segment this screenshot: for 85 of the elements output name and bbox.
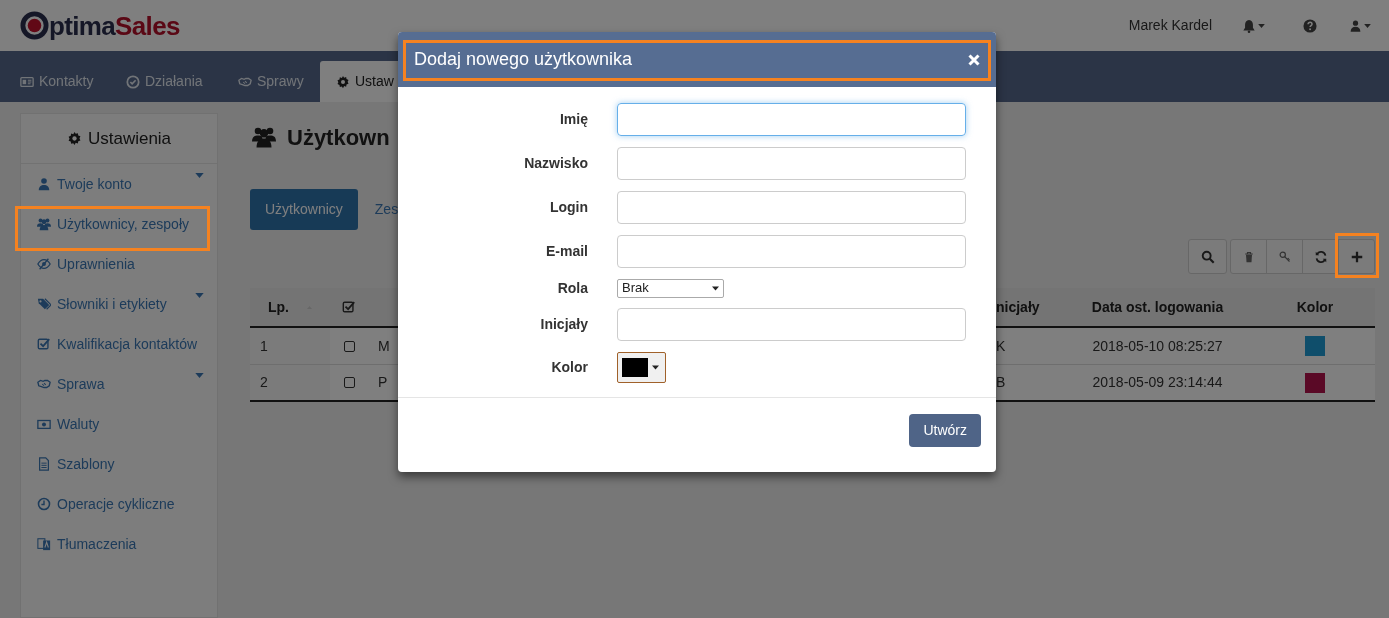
delete-button[interactable] (1230, 239, 1267, 274)
nav-tab[interactable]: Sprawy (222, 61, 320, 102)
help-button[interactable] (1303, 18, 1317, 33)
tags-icon (37, 297, 51, 311)
page-tab[interactable]: Zes (359, 189, 414, 230)
row-checkbox[interactable] (343, 340, 355, 352)
color-picker[interactable] (617, 352, 666, 383)
logo-icon (20, 11, 49, 40)
trash-icon (1242, 250, 1255, 263)
close-button[interactable] (968, 53, 980, 66)
table-cell: 2018-05-10 08:25:27 (1092, 337, 1223, 354)
key-icon (1278, 250, 1291, 263)
nav-tab[interactable]: Kontakty (4, 61, 110, 102)
page-title: Użytkown (287, 123, 390, 152)
checkbox-checked-icon (342, 300, 356, 314)
caret-icon (712, 285, 719, 291)
close-icon (968, 53, 980, 66)
bell-icon (1242, 18, 1256, 33)
caret-icon (1364, 23, 1371, 28)
field-label: Inicjały (540, 316, 588, 332)
input-field[interactable] (617, 103, 966, 136)
column-header[interactable]: Data ost. logowania (1091, 298, 1224, 315)
eye-slash-icon (37, 257, 51, 271)
table-cell: K (996, 337, 1006, 354)
plus-icon (1349, 249, 1364, 264)
field-label: E-mail (546, 243, 588, 259)
user-icon (37, 177, 51, 191)
field-label: Nazwisko (524, 155, 588, 171)
user-menu-button[interactable] (1349, 18, 1371, 33)
id-card-icon (20, 74, 34, 89)
gear-icon (336, 74, 350, 89)
column-header[interactable]: Lp. (268, 296, 289, 318)
input-field[interactable] (617, 235, 966, 268)
page-tab[interactable]: Użytkownicy (250, 189, 358, 230)
role-dropdown[interactable]: Brak (617, 278, 724, 298)
banknote-icon (37, 417, 51, 431)
sidebar-item[interactable]: Słowniki i etykiety (21, 284, 217, 324)
users-icon (37, 217, 51, 231)
document-icon (37, 457, 51, 471)
add-button[interactable] (1338, 239, 1375, 274)
user-icon (1349, 18, 1362, 33)
users-icon (250, 125, 278, 149)
sidebar-item[interactable]: Sprawa (21, 364, 217, 404)
nav-tab[interactable]: Działania (110, 61, 222, 102)
field-label: Kolor (551, 359, 588, 375)
field-label: Imię (560, 111, 588, 127)
input-field[interactable] (617, 147, 966, 180)
sidebar-item[interactable]: Szablony (21, 444, 217, 484)
sidebar-item[interactable]: Uprawnienia (21, 244, 217, 284)
table-cell: P (378, 374, 388, 390)
sidebar-item[interactable]: Tłumaczenia (21, 524, 217, 564)
logo-text: ptimaSales (49, 12, 180, 39)
input-field[interactable] (617, 191, 966, 224)
create-button[interactable]: Utwórz (909, 414, 981, 447)
field-label: Login (549, 199, 588, 215)
handshake-icon (37, 377, 51, 391)
notifications-button[interactable] (1242, 18, 1265, 33)
sidebar-item[interactable]: Twoje konto (21, 164, 217, 204)
checkbox-checked-icon (37, 337, 51, 351)
check-circle-icon (126, 74, 140, 89)
help-icon (1303, 18, 1317, 33)
sidebar-title: Ustawienia (87, 127, 172, 150)
search-button[interactable] (1188, 239, 1227, 274)
column-header[interactable]: Kolor (1296, 298, 1334, 315)
table-cell: B (996, 374, 1006, 390)
sidebar-item[interactable]: Operacje cykliczne (21, 484, 217, 524)
table-cell: 2018-05-09 23:14:44 (1092, 374, 1223, 390)
sidebar-item[interactable]: Waluty (21, 404, 217, 444)
input-field[interactable] (617, 308, 966, 341)
user-name[interactable]: Marek Kardel (1128, 15, 1212, 36)
table-cell-text: 2 (260, 373, 268, 392)
gear-icon (66, 131, 82, 146)
field-label: Rola (557, 279, 588, 296)
caret-icon (1258, 23, 1265, 28)
sidebar-item[interactable]: Użytkownicy, zespoły (21, 204, 217, 244)
refresh-icon (1313, 249, 1328, 264)
row-checkbox[interactable] (343, 377, 355, 388)
table-cell: M (378, 337, 390, 354)
column-header[interactable]: nicjały (996, 298, 1040, 315)
modal-title: Dodaj nowego użytkownika (414, 48, 633, 71)
search-icon (1200, 249, 1215, 264)
sidebar-item[interactable]: Kwalifikacja kontaktów (21, 324, 217, 364)
table-cell-text: 1 (260, 336, 268, 356)
clock-icon (37, 497, 51, 511)
translate-icon (37, 537, 51, 551)
